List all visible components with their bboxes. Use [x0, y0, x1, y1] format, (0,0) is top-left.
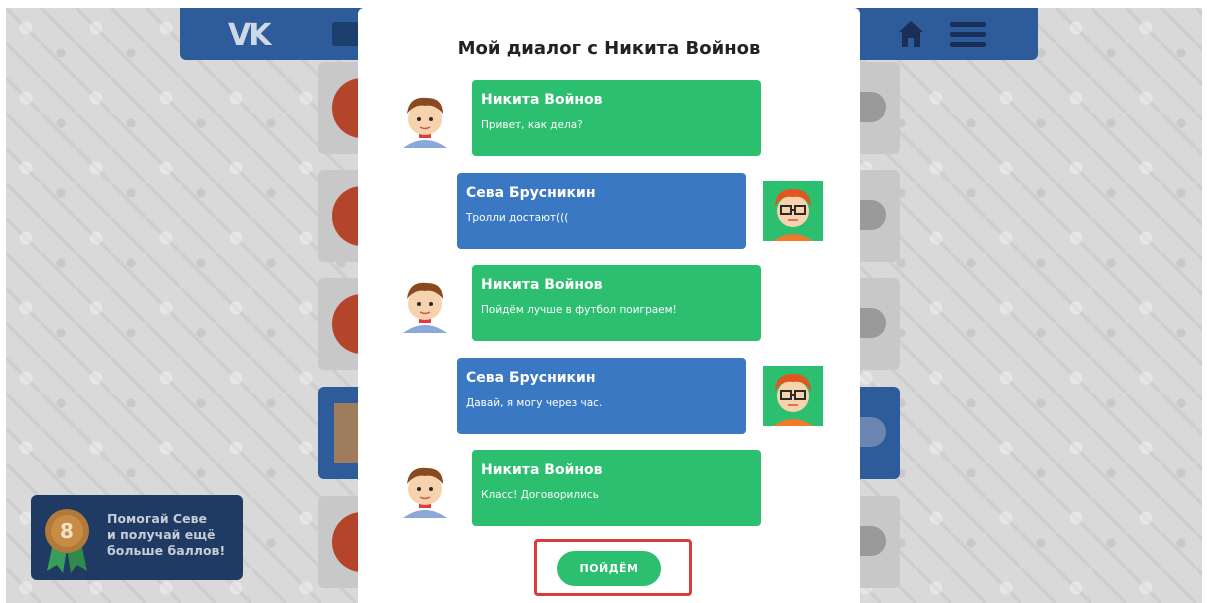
message-sender: Сева Брусникин	[466, 185, 596, 201]
message-bubble-left: Никита Войнов Класс! Договорились	[472, 450, 761, 526]
message-text: Пойдём лучше в футбол поиграем!	[481, 304, 677, 316]
message-bubble-left: Никита Войнов Привет, как дела?	[472, 80, 761, 156]
badge-line: больше баллов!	[107, 543, 226, 558]
dialog-modal: Мой диалог с Никита Войнов Никита Войнов…	[358, 8, 860, 603]
dialog-title: Мой диалог с Никита Войнов	[457, 38, 761, 59]
badge-line: и получай ещё	[107, 527, 216, 542]
message-sender: Сева Брусникин	[466, 370, 596, 386]
boy-avatar-icon	[395, 273, 455, 333]
points-badge-panel: 8 Помогай Севе и получай ещё больше балл…	[31, 495, 243, 580]
menu-icon[interactable]	[950, 22, 986, 48]
badge-number: 8	[60, 519, 74, 543]
home-icon[interactable]	[898, 20, 924, 48]
badge-line: Помогай Севе	[107, 511, 207, 526]
message-text: Привет, как дела?	[481, 119, 583, 131]
redhead-glasses-avatar-icon	[763, 366, 823, 426]
message-text: Тролли достают(((	[466, 212, 569, 224]
message-sender: Никита Войнов	[481, 277, 603, 293]
boy-avatar-icon	[395, 88, 455, 148]
message-text: Класс! Договорились	[481, 489, 599, 501]
message-bubble-left: Никита Войнов Пойдём лучше в футбол поиг…	[472, 265, 761, 341]
message-bubble-right: Сева Брусникин Тролли достают(((	[457, 173, 746, 249]
message-bubble-right: Сева Брусникин Давай, я могу через час.	[457, 358, 746, 434]
message-sender: Никита Войнов	[481, 462, 603, 478]
redhead-glasses-avatar-icon	[763, 181, 823, 241]
vk-logo[interactable]: VK	[228, 18, 272, 53]
message-text: Давай, я могу через час.	[466, 397, 603, 409]
medal-icon: 8	[45, 509, 89, 573]
go-button[interactable]: ПОЙДЁМ	[557, 551, 661, 586]
badge-text: Помогай Севе и получай ещё больше баллов…	[107, 511, 237, 559]
boy-avatar-icon	[395, 458, 455, 518]
message-sender: Никита Войнов	[481, 92, 603, 108]
